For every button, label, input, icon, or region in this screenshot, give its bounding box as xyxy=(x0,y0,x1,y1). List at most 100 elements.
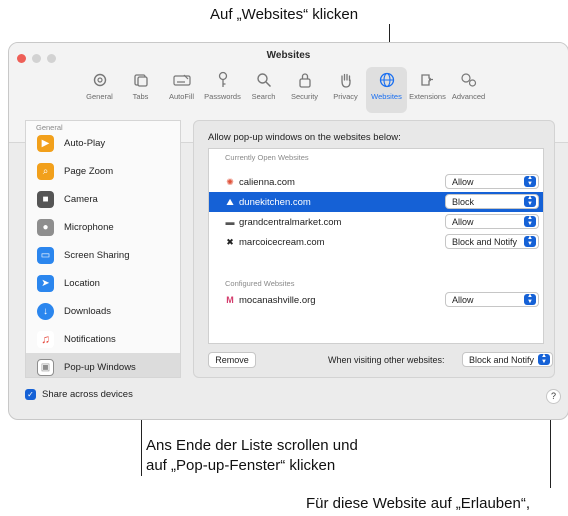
select-value: Block and Notify xyxy=(452,236,518,247)
website-row[interactable]: ✺ calienna.com Allow ▲ ▼ xyxy=(209,172,543,192)
sidebar-item-label: Camera xyxy=(64,193,98,205)
website-row[interactable]: ⛰ dunekitchen.com Block ▲ ▼ xyxy=(209,192,543,212)
globe-icon xyxy=(376,70,398,90)
sidebar-item-label: Notifications xyxy=(64,333,116,345)
popup-window-icon: ▣ xyxy=(37,358,54,376)
callout-popup-line1: Ans Ende der Liste scrollen und xyxy=(146,437,358,454)
tab-security[interactable]: Security xyxy=(284,67,325,113)
hand-icon xyxy=(335,70,357,90)
market-logo-icon: ▬ xyxy=(225,217,235,227)
sidebar-item-screen-sharing[interactable]: ▭ Screen Sharing xyxy=(26,241,180,269)
website-setting-select[interactable]: Block ▲ ▼ xyxy=(445,194,539,209)
tab-general[interactable]: General xyxy=(79,67,120,113)
website-row[interactable]: M mocanashville.org Allow ▲ ▼ xyxy=(209,290,543,310)
select-value: Block and Notify xyxy=(469,354,535,365)
website-setting-select[interactable]: Block and Notify ▲ ▼ xyxy=(445,234,539,249)
sidebar-item-label: Downloads xyxy=(64,305,111,317)
tab-label: Security xyxy=(290,92,319,101)
tab-label: AutoFill xyxy=(168,92,194,101)
tab-extensions[interactable]: Extensions xyxy=(407,67,448,113)
tab-label: Tabs xyxy=(132,92,149,101)
select-value: Allow xyxy=(452,294,474,305)
lock-icon xyxy=(294,70,316,90)
window-title: Websites xyxy=(266,50,311,61)
key-icon xyxy=(212,70,234,90)
tab-label: Websites xyxy=(371,92,402,101)
tab-websites[interactable]: Websites xyxy=(366,67,407,113)
share-across-devices[interactable]: ✓ Share across devices xyxy=(25,389,133,400)
gear-icon xyxy=(89,70,111,90)
select-value: Block xyxy=(452,196,475,207)
sidebar-item-page-zoom[interactable]: ⌕ Page Zoom xyxy=(26,157,180,185)
chevron-up-down-icon: ▲ ▼ xyxy=(524,235,536,247)
website-row[interactable]: ✖ marcoicecream.com Block and Notify ▲ ▼ xyxy=(209,232,543,252)
sidebar-item-camera[interactable]: ■ Camera xyxy=(26,185,180,213)
share-label: Share across devices xyxy=(42,389,133,400)
screen-sharing-icon: ▭ xyxy=(37,246,54,264)
tab-search[interactable]: Search xyxy=(243,67,284,113)
tab-passwords[interactable]: Passwords xyxy=(202,67,243,113)
sidebar-item-label: Auto-Play xyxy=(64,137,106,149)
zoom-icon: ⌕ xyxy=(37,162,54,180)
website-name: dunekitchen.com xyxy=(239,196,311,208)
remove-button[interactable]: Remove xyxy=(208,352,256,368)
tab-advanced[interactable]: Advanced xyxy=(448,67,489,113)
moca-logo-icon: M xyxy=(226,295,234,305)
select-value: Allow xyxy=(452,216,474,227)
tab-tabs[interactable]: Tabs xyxy=(120,67,161,113)
other-websites-select[interactable]: Block and Notify ▲ ▼ xyxy=(462,352,553,367)
tabs-icon xyxy=(130,70,152,90)
callout-allow: Für diese Website auf „Erlauben“, xyxy=(306,495,530,512)
website-setting-select[interactable]: Allow ▲ ▼ xyxy=(445,174,539,189)
microphone-icon: ● xyxy=(37,218,54,236)
sidebar-item-microphone[interactable]: ● Microphone xyxy=(26,213,180,241)
website-setting-select[interactable]: Allow ▲ ▼ xyxy=(445,214,539,229)
sidebar-item-label: Location xyxy=(64,277,100,289)
website-setting-select[interactable]: Allow ▲ ▼ xyxy=(445,292,539,307)
website-row[interactable]: ▬ grandcentralmarket.com Allow ▲ ▼ xyxy=(209,212,543,232)
sidebar-item-label: Pop-up Windows xyxy=(64,361,136,373)
select-value: Allow xyxy=(452,176,474,187)
chevron-up-down-icon: ▲ ▼ xyxy=(524,293,536,305)
website-name: calienna.com xyxy=(239,176,295,188)
website-name: mocanashville.org xyxy=(239,294,316,306)
puzzle-icon xyxy=(417,70,439,90)
help-button[interactable]: ? xyxy=(546,389,561,404)
chevron-up-down-icon: ▲ ▼ xyxy=(524,175,536,187)
download-icon: ↓ xyxy=(37,302,54,320)
sidebar-item-downloads[interactable]: ↓ Downloads xyxy=(26,297,180,325)
website-name: grandcentralmarket.com xyxy=(239,216,342,228)
chevron-up-down-icon: ▲ ▼ xyxy=(524,195,536,207)
tab-label: Passwords xyxy=(204,92,241,101)
website-list: Currently Open Websites ✺ calienna.com A… xyxy=(208,148,544,344)
location-icon: ➤ xyxy=(37,274,54,292)
autofill-icon xyxy=(171,70,193,90)
panel-heading: Allow pop-up windows on the websites bel… xyxy=(208,132,401,143)
camera-icon: ■ xyxy=(37,190,54,208)
sidebar-item-popup-windows[interactable]: ▣ Pop-up Windows xyxy=(26,353,180,377)
tab-label: Advanced xyxy=(451,92,486,101)
advanced-gears-icon xyxy=(458,70,480,90)
tab-autofill[interactable]: AutoFill xyxy=(161,67,202,113)
group-heading-open: Currently Open Websites xyxy=(225,153,309,162)
callout-websites: Auf „Websites“ klicken xyxy=(210,6,359,23)
sidebar-item-notifications[interactable]: ♫ Notifications xyxy=(26,325,180,353)
tab-label: General xyxy=(86,92,113,101)
popup-settings-panel: Allow pop-up windows on the websites bel… xyxy=(193,120,555,378)
dune-logo-icon: ⛰ xyxy=(226,196,234,207)
sidebar-item-label: Screen Sharing xyxy=(64,249,130,261)
tab-privacy[interactable]: Privacy xyxy=(325,67,366,113)
tab-label: Search xyxy=(251,92,276,101)
other-websites-label: When visiting other websites: xyxy=(328,355,445,365)
sidebar-item-label: Page Zoom xyxy=(64,165,114,177)
play-icon: ▶ xyxy=(37,134,54,152)
settings-toolbar: General Tabs AutoFill Passwords Search S… xyxy=(79,67,489,113)
safari-settings-window: Websites General Tabs AutoFill Passwords… xyxy=(8,42,568,420)
sidebar-item-auto-play[interactable]: ▶ Auto-Play xyxy=(26,129,180,157)
sidebar: General ▶ Auto-Play ⌕ Page Zoom ■ Camera… xyxy=(25,120,181,378)
share-checkbox[interactable]: ✓ xyxy=(25,389,36,400)
website-name: marcoicecream.com xyxy=(239,236,325,248)
chevron-up-down-icon: ▲ ▼ xyxy=(524,215,536,227)
icecream-logo-icon: ✖ xyxy=(226,236,234,247)
sidebar-item-location[interactable]: ➤ Location xyxy=(26,269,180,297)
